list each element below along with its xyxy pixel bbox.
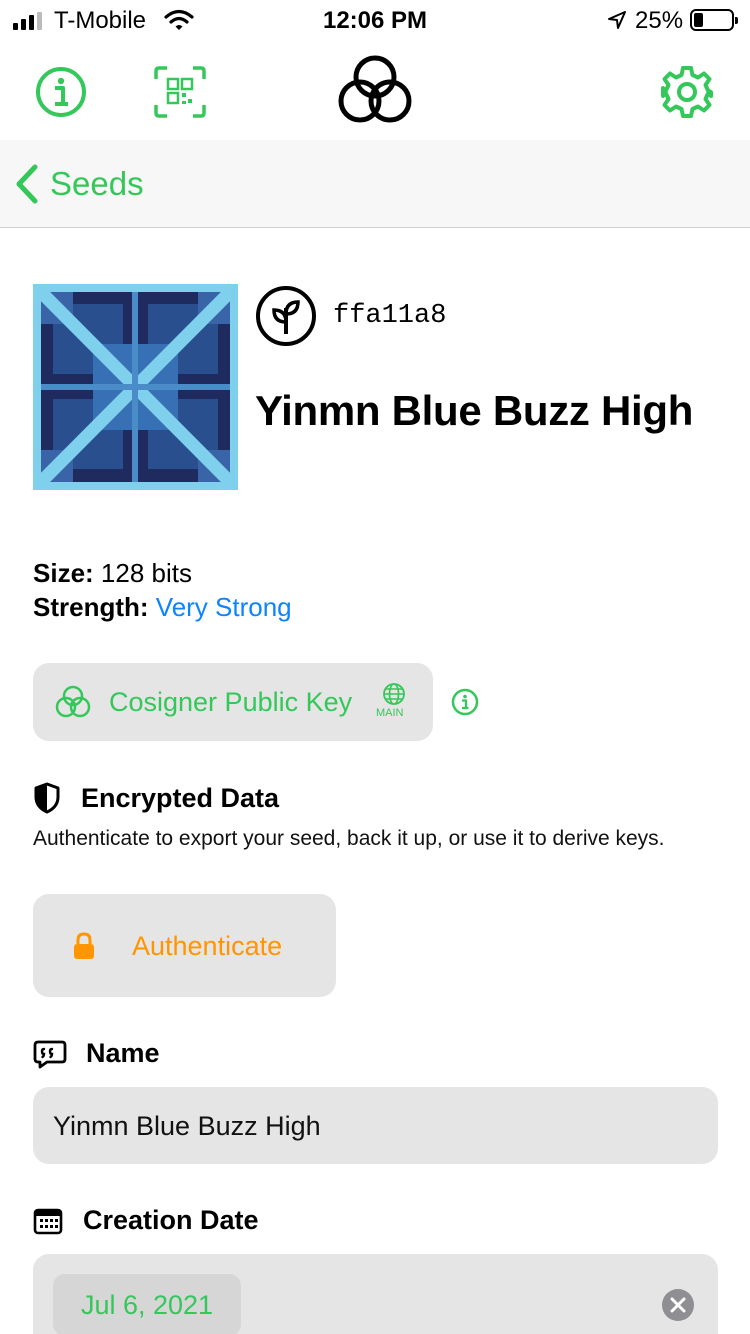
creation-date-heading: Creation Date (83, 1205, 259, 1235)
strength-row: Strength: Very Strong (33, 590, 292, 624)
name-field[interactable]: Yinmn Blue Buzz High (33, 1087, 718, 1164)
size-label: Size: (33, 558, 94, 588)
size-value: 128 bits (100, 558, 192, 588)
size-row: Size: 128 bits (33, 556, 192, 590)
chevron-left-icon (16, 164, 38, 204)
qr-code-icon[interactable] (152, 64, 208, 120)
encrypted-data-description: Authenticate to export your seed, back i… (33, 827, 665, 850)
creation-date-picker[interactable]: Jul 6, 2021 (53, 1274, 241, 1334)
top-toolbar (0, 40, 750, 140)
quote-bubble-icon (33, 1040, 67, 1068)
seed-title: Yinmn Blue Buzz High (255, 387, 694, 434)
navigation-bar: Seeds (0, 140, 750, 228)
creation-date-header: Creation Date (33, 1205, 259, 1236)
authenticate-button[interactable]: Authenticate (33, 894, 336, 997)
calendar-icon (33, 1208, 63, 1234)
seed-identicon (33, 284, 238, 490)
battery-percent: 25% (635, 7, 684, 34)
battery-icon (690, 9, 738, 31)
cosigner-button-label: Cosigner Public Key (109, 687, 353, 717)
lock-icon (74, 932, 94, 959)
clear-date-button[interactable] (661, 1288, 695, 1322)
back-button-label: Seeds (50, 165, 144, 202)
name-header: Name (33, 1038, 160, 1069)
status-bar: T-Mobile 12:06 PM 25% (0, 0, 750, 40)
encrypted-data-header: Encrypted Data (33, 782, 279, 814)
back-button[interactable]: Seeds (14, 162, 144, 206)
network-badge: MAIN (376, 707, 404, 719)
authenticate-button-label: Authenticate (132, 931, 283, 961)
shield-icon (34, 782, 60, 814)
seed-sprout-icon (256, 286, 316, 346)
app-logo-icon[interactable] (335, 52, 415, 128)
info-icon[interactable] (451, 688, 479, 716)
app-logo-icon (55, 685, 91, 718)
strength-label: Strength: (33, 592, 149, 622)
gear-icon[interactable] (659, 64, 715, 120)
globe-icon (383, 683, 405, 705)
name-heading: Name (86, 1038, 160, 1068)
seed-fingerprint: ffa11a8 (333, 301, 447, 331)
info-icon[interactable] (34, 65, 88, 119)
cosigner-public-key-button[interactable]: Cosigner Public Key MAIN (33, 663, 433, 741)
strength-value: Very Strong (155, 592, 292, 622)
name-field-value: Yinmn Blue Buzz High (53, 1111, 321, 1141)
encrypted-data-heading: Encrypted Data (81, 782, 280, 813)
location-arrow-icon (608, 11, 626, 29)
